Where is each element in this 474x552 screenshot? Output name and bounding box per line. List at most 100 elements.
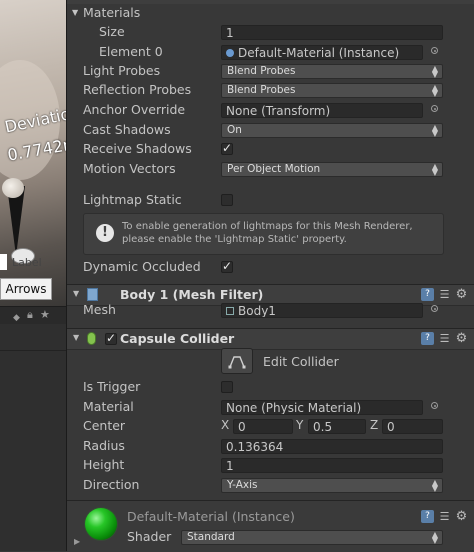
object-picker-icon[interactable]: [431, 105, 438, 112]
element0-label: Element 0: [99, 44, 163, 59]
element0-row: Element 0 Default-Material (Instance): [67, 43, 474, 62]
capsule-collider-icon: [87, 332, 96, 345]
gear-icon[interactable]: ⚙: [455, 288, 468, 301]
star-icon[interactable]: ★: [40, 308, 50, 321]
sphere-gizmo: [2, 178, 24, 198]
lightmap-static-checkbox[interactable]: [221, 194, 233, 206]
edit-collider-button[interactable]: [221, 348, 253, 374]
receive-shadows-checkbox[interactable]: ✓: [221, 142, 233, 155]
mesh-filter-icon: [87, 288, 98, 301]
reflection-probes-value: Blend Probes: [227, 84, 296, 96]
gear-icon[interactable]: ⚙: [455, 332, 468, 345]
direction-label: Direction: [83, 477, 140, 492]
info-icon: !: [96, 224, 114, 242]
materials-label: Materials: [83, 5, 141, 20]
capsule-collider-enabled-checkbox[interactable]: ✓: [105, 332, 117, 345]
center-x-field[interactable]: 0: [233, 419, 293, 434]
object-picker-icon[interactable]: [431, 305, 438, 312]
element0-value: Default-Material (Instance): [238, 46, 400, 60]
center-z-field[interactable]: 0: [382, 419, 443, 434]
dropdown-arrow-icon: ▲ ▼: [431, 530, 438, 545]
cast-shadows-value: On: [227, 124, 242, 136]
lightmap-static-label: Lightmap Static: [83, 192, 182, 207]
mesh-row: Mesh Body1: [67, 301, 474, 320]
radius-label: Radius: [83, 438, 125, 453]
material-fold-arrow[interactable]: ▶: [74, 537, 80, 546]
preset-icon[interactable]: ☰: [438, 332, 451, 345]
reflection-probes-dropdown[interactable]: Blend Probes ▲ ▼: [221, 83, 443, 98]
scene-view[interactable]: Deviatio 0.7742r Label Arrows: [0, 0, 66, 306]
cast-shadows-label: Cast Shadows: [83, 122, 171, 137]
capsule-collider-header[interactable]: ▼ ✓ Capsule Collider ? ☰ ⚙: [67, 328, 474, 350]
lightmap-info-box: ! To enable generation of lightmaps for …: [83, 213, 444, 255]
project-panel: [0, 324, 66, 551]
radius-row: Radius 0.136364: [67, 437, 474, 456]
gear-icon[interactable]: ⚙: [455, 510, 468, 523]
motion-vectors-row: Motion Vectors Per Object Motion ▲ ▼: [67, 160, 474, 179]
radius-field[interactable]: 0.136364: [221, 439, 443, 454]
tag-icon[interactable]: ◆: [13, 313, 20, 323]
material-preview-name: Default-Material (Instance): [127, 509, 295, 524]
preset-icon[interactable]: ☰: [438, 510, 451, 523]
cast-shadows-dropdown[interactable]: On ▲ ▼: [221, 123, 443, 138]
is-trigger-checkbox[interactable]: [221, 381, 233, 393]
shader-value: Standard: [187, 531, 235, 543]
light-probes-dropdown[interactable]: Blend Probes ▲ ▼: [221, 64, 443, 79]
material-header-icons: ? ☰ ⚙: [417, 510, 468, 524]
materials-foldout[interactable]: ▼ Materials: [67, 4, 474, 23]
anchor-override-row: Anchor Override None (Transform): [67, 101, 474, 120]
component-header-icons: ? ☰ ⚙: [417, 332, 468, 346]
light-probes-label: Light Probes: [83, 63, 161, 78]
object-picker-icon[interactable]: [431, 47, 438, 54]
materials-size-row: Size 1: [67, 23, 474, 42]
label-text: Label: [12, 256, 42, 269]
mesh-value: Body1: [238, 304, 276, 318]
fold-arrow-icon[interactable]: ▼: [73, 289, 79, 298]
anchor-override-label: Anchor Override: [83, 102, 186, 117]
direction-value: Y-Axis: [227, 479, 258, 491]
dynamic-occluded-label: Dynamic Occluded: [83, 259, 201, 274]
mesh-field[interactable]: Body1: [221, 303, 423, 318]
object-picker-icon[interactable]: [431, 402, 438, 409]
is-trigger-label: Is Trigger: [83, 379, 141, 394]
dropdown-arrow-icon: ▲ ▼: [431, 162, 438, 177]
help-icon[interactable]: ?: [421, 332, 434, 345]
help-icon[interactable]: ?: [421, 510, 434, 523]
edit-collider-label: Edit Collider: [263, 354, 339, 369]
shader-dropdown[interactable]: Standard ▲ ▼: [181, 530, 443, 545]
height-label: Height: [83, 457, 125, 472]
light-probes-value: Blend Probes: [227, 65, 296, 77]
size-label: Size: [99, 24, 125, 39]
scene-toolbar: 🔒︎ ◆ ★: [0, 306, 66, 325]
motion-vectors-dropdown[interactable]: Per Object Motion ▲ ▼: [221, 162, 443, 177]
mesh-label: Mesh: [83, 302, 116, 317]
help-icon[interactable]: ?: [421, 288, 434, 301]
center-z-label[interactable]: Z: [370, 418, 378, 432]
shader-label: Shader: [127, 529, 172, 544]
center-y-field[interactable]: 0.5: [308, 419, 366, 434]
center-label: Center: [83, 418, 126, 433]
size-field[interactable]: 1: [221, 25, 443, 40]
height-field[interactable]: 1: [221, 458, 443, 473]
direction-row: Direction Y-Axis ▲ ▼: [67, 476, 474, 495]
materials-fold-arrow[interactable]: ▼: [72, 8, 78, 17]
fold-arrow-icon[interactable]: ▼: [73, 333, 79, 342]
preset-icon[interactable]: ☰: [438, 288, 451, 301]
dropdown-arrow-icon: ▲ ▼: [431, 83, 438, 98]
center-y-label[interactable]: Y: [296, 418, 303, 432]
center-x-label[interactable]: X: [221, 418, 229, 432]
physic-material-field[interactable]: None (Physic Material): [221, 400, 423, 415]
direction-dropdown[interactable]: Y-Axis ▲ ▼: [221, 478, 443, 493]
anchor-override-field[interactable]: None (Transform): [221, 103, 423, 118]
dynamic-occluded-checkbox[interactable]: ✓: [221, 260, 233, 273]
motion-vectors-value: Per Object Motion: [227, 163, 321, 175]
cast-shadows-row: Cast Shadows On ▲ ▼: [67, 121, 474, 140]
arrows-button[interactable]: Arrows: [0, 278, 52, 300]
lock-icon[interactable]: 🔒︎: [27, 308, 33, 322]
element0-field[interactable]: Default-Material (Instance): [221, 45, 423, 60]
light-probes-row: Light Probes Blend Probes ▲ ▼: [67, 62, 474, 81]
info-text: To enable generation of lightmaps for th…: [122, 221, 413, 245]
mesh-filter-title: Body 1 (Mesh Filter): [120, 287, 264, 302]
center-row: Center X 0 Y 0.5 Z 0: [67, 417, 474, 436]
inspector-panel: ▼ Materials Size 1 Element 0 Default-Mat…: [67, 0, 474, 552]
